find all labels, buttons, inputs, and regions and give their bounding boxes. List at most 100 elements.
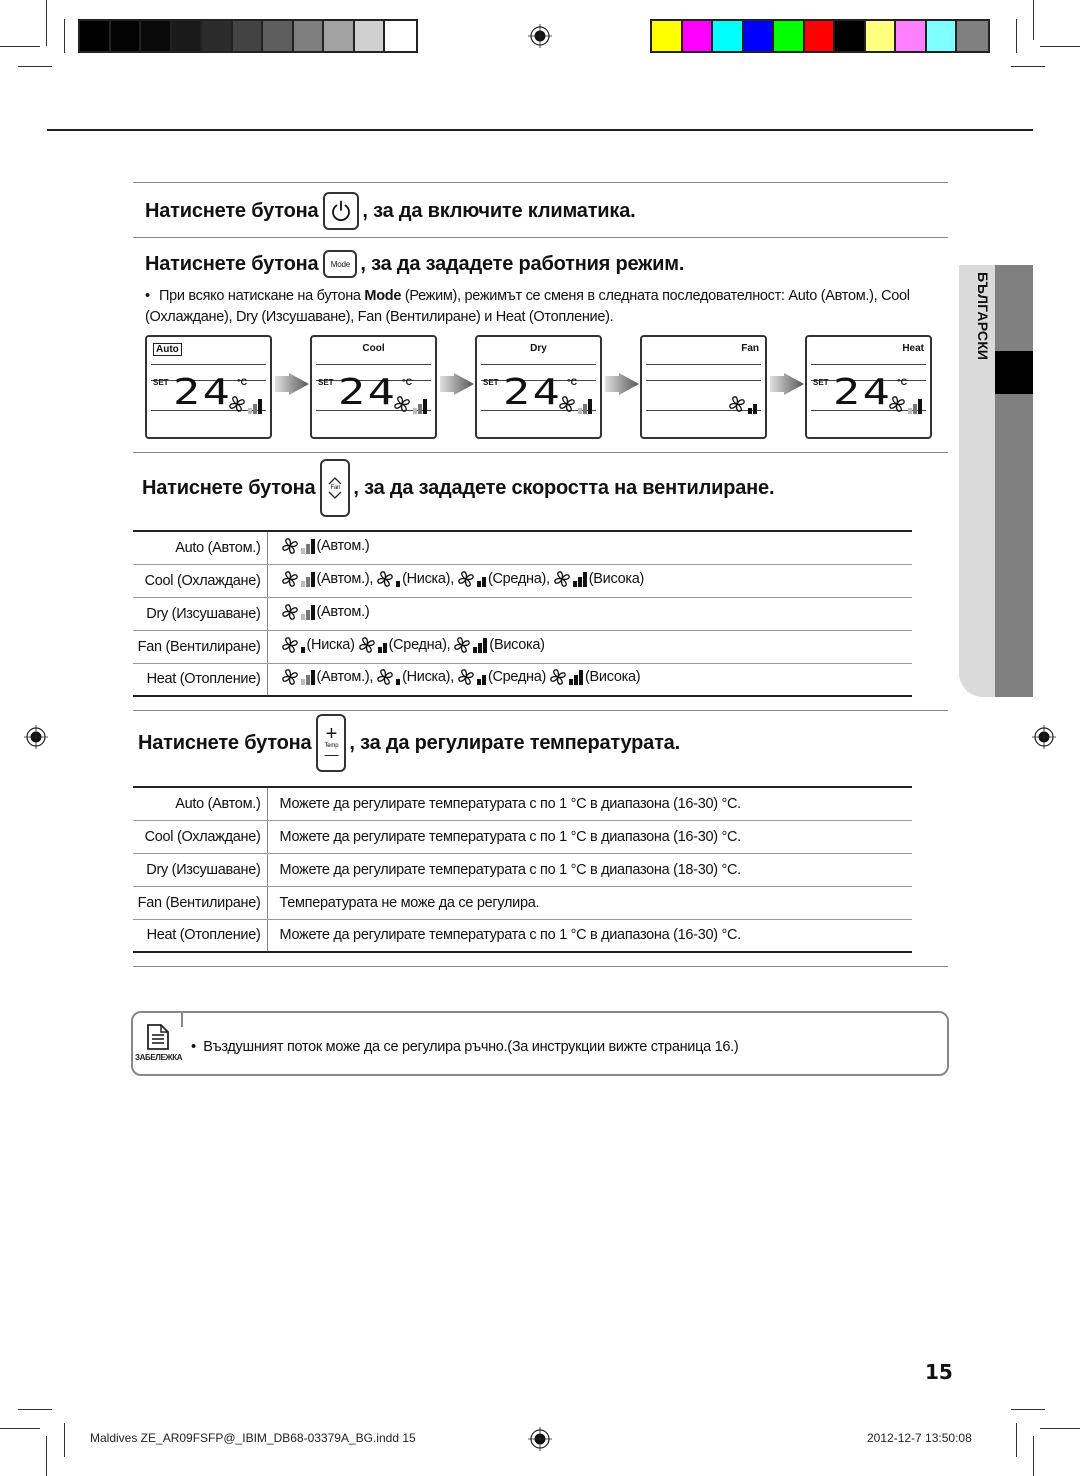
color-swatch	[774, 21, 805, 51]
arrow-right-icon	[605, 373, 639, 395]
lcd-temperature: 24	[173, 372, 233, 413]
power-button[interactable]	[323, 192, 360, 230]
divider	[133, 182, 948, 183]
crop-mark	[1033, 1436, 1034, 1476]
description-cell: Можете да регулирате температурата с по …	[267, 919, 912, 953]
fan-speed-bars-icon	[300, 604, 315, 620]
color-swatch	[682, 21, 713, 51]
color-swatch	[896, 21, 927, 51]
chevron-down-icon	[328, 491, 342, 499]
crop-mark	[1033, 0, 1034, 40]
heading-text: , за да включите климатика.	[362, 199, 636, 222]
fan-speed-option: (Автом.)	[280, 602, 370, 622]
description-cell: Температурата не може да се регулира.	[267, 886, 912, 920]
lcd-set-label: SET	[153, 378, 169, 387]
color-swatch	[354, 21, 385, 51]
color-swatch	[865, 21, 896, 51]
footer-datetime: 2012-12-7 13:50:08	[867, 1431, 972, 1445]
color-swatch	[202, 21, 233, 51]
mode-heading: Натиснете бутона Mode , за да зададете р…	[145, 250, 684, 278]
color-swatch	[263, 21, 294, 51]
fan-speed-bars-icon	[413, 398, 427, 414]
crop-mark	[64, 1423, 65, 1457]
mode-cell: Fan (Вентилиране)	[133, 886, 268, 920]
fan-icon	[553, 570, 570, 587]
lcd-fan-indicator	[887, 394, 922, 414]
color-swatch	[141, 21, 172, 51]
lcd-set-label: SET	[483, 378, 499, 387]
lcd-unit: °C	[897, 377, 908, 387]
fan-speed-option: (Ниска),	[375, 667, 454, 687]
lcd-fan-indicator	[557, 394, 592, 414]
crop-mark	[1011, 66, 1045, 67]
speeds-cell: (Автом.)	[267, 597, 912, 631]
fan-speed-bars-icon	[572, 571, 587, 587]
fan-speed-option: (Висока)	[552, 569, 644, 589]
fan-speed-bars-icon	[476, 571, 486, 587]
mode-cell: Dry (Изсушаване)	[133, 853, 268, 887]
table-row: Dry (Изсушаване) (Автом.)	[133, 597, 912, 631]
mode-cell: Cool (Охлаждане)	[133, 564, 268, 598]
speeds-cell: (Автом.), (Ниска), (Средна), (Висока)	[267, 564, 912, 598]
fan-icon	[281, 669, 298, 686]
arrow-right-icon	[275, 373, 309, 395]
mode-button[interactable]: Mode	[323, 250, 358, 278]
fan-speed-table: Auto (Автом.) (Автом.) Cool (Охлаждане) (Ав…	[133, 530, 912, 697]
lcd-unit: °C	[237, 377, 248, 387]
heading-text: Натиснете бутона	[138, 731, 312, 754]
lcd-display-dry: Dry SET 24 °C	[475, 335, 602, 439]
color-swatch	[324, 21, 355, 51]
description-cell: Можете да регулирате температурата с по …	[267, 820, 912, 854]
fan-icon	[377, 669, 393, 686]
footer-filename: Maldives ZE_AR09FSFP@_IBIM_DB68-03379A_B…	[90, 1431, 416, 1445]
temp-button[interactable]: + Temp —	[316, 714, 347, 772]
mode-cell: Fan (Вентилиране)	[133, 630, 268, 664]
lcd-set-label: SET	[813, 378, 829, 387]
lcd-mode-label: Heat	[902, 343, 924, 354]
crop-mark	[18, 1409, 52, 1410]
table-row: Heat (Отопление) (Автом.), (Ниска), (Средна…	[133, 663, 912, 697]
fan-speed-bars-icon	[300, 538, 315, 554]
speeds-cell: (Автом.)	[267, 530, 912, 565]
heading-text: Натиснете бутона	[145, 199, 319, 222]
heading-text: Натиснете бутона	[142, 476, 316, 499]
mode-cell: Dry (Изсушаване)	[133, 597, 268, 631]
arrow-right-icon	[770, 373, 804, 395]
color-swatch	[80, 21, 111, 51]
table-row: Cool (Охлаждане) Можете да регулирате тем…	[133, 820, 912, 854]
color-calibration-bar	[650, 19, 990, 53]
divider	[133, 710, 948, 711]
note-label: ЗАБЕЛЕЖКА	[135, 1053, 183, 1062]
lcd-fan-indicator	[392, 394, 427, 414]
crop-mark	[46, 0, 47, 46]
table-row: Fan (Вентилиране) Температурата не може д…	[133, 886, 912, 920]
crop-mark	[18, 66, 52, 67]
registration-mark-icon	[528, 24, 552, 48]
fan-speed-bars-icon	[578, 398, 592, 414]
heading-text: , за да зададете скоростта на вентилиран…	[353, 476, 775, 499]
fan-icon	[559, 396, 575, 412]
fan-button[interactable]: Fan	[320, 459, 351, 517]
temperature-table: Auto (Автом.) Можете да регулирате темпер…	[133, 786, 912, 953]
crop-mark	[64, 19, 65, 53]
lcd-mode-label: Fan	[741, 343, 759, 354]
mode-cell: Cool (Охлаждане)	[133, 820, 268, 854]
color-swatch	[743, 21, 774, 51]
language-tab-label: БЪЛГАРСКИ	[975, 272, 991, 361]
crop-mark	[1040, 1428, 1080, 1429]
fan-speed-option: (Автом.)	[280, 536, 370, 556]
grayscale-calibration-bar	[78, 19, 418, 53]
table-row: Auto (Автом.) Можете да регулирате темпер…	[133, 786, 912, 821]
table-row: Dry (Изсушаване) Можете да регулирате тем…	[133, 853, 912, 887]
fan-speed-bars-icon	[377, 637, 387, 653]
table-row: Fan (Вентилиране) (Ниска) (Средна), (Висока…	[133, 630, 912, 664]
language-tab-strip	[995, 265, 1033, 697]
fan-speed-option: (Средна),	[456, 569, 550, 589]
fan-icon	[377, 570, 393, 587]
lcd-mode-label: Dry	[530, 343, 547, 354]
crop-mark	[1016, 1423, 1017, 1457]
lcd-mode-label: Auto	[153, 343, 182, 356]
color-swatch	[171, 21, 202, 51]
crop-mark	[1016, 19, 1017, 53]
color-swatch	[804, 21, 835, 51]
